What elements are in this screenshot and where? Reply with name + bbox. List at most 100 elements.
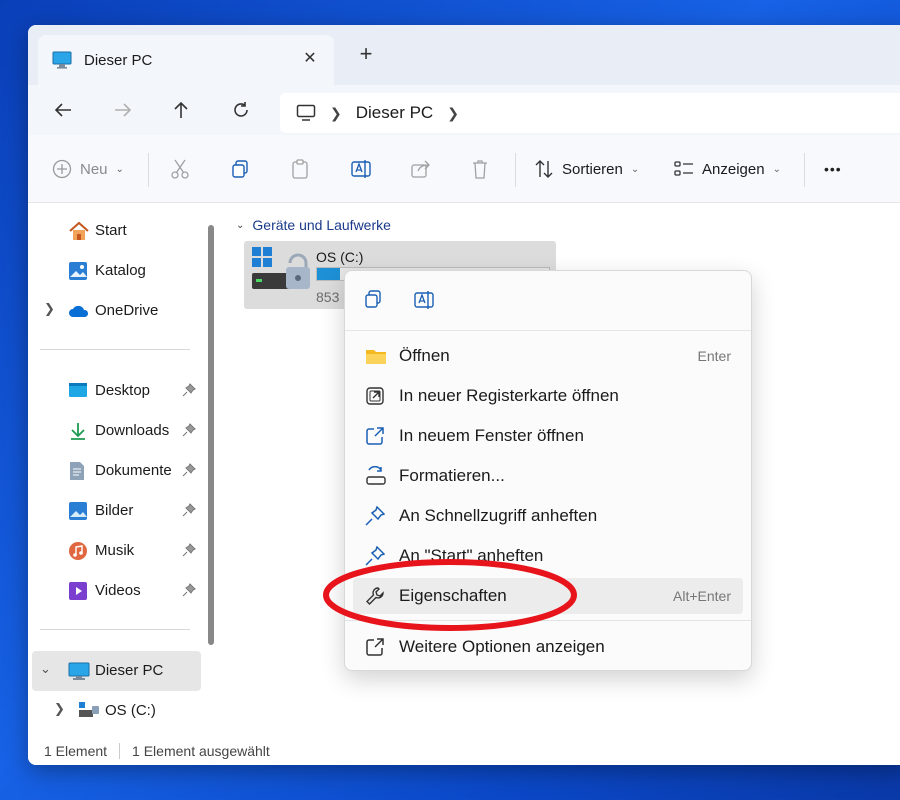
toolbar-divider xyxy=(804,153,805,187)
status-bar: 1 Element 1 Element ausgewählt xyxy=(28,737,900,765)
new-tab-button[interactable]: + xyxy=(354,43,378,67)
address-bar[interactable]: ❯ Dieser PC ❯ xyxy=(280,93,900,133)
cut-button[interactable] xyxy=(170,155,190,183)
sidebar-item-label: Dokumente xyxy=(95,462,172,479)
chevron-down-icon[interactable]: ⌄ xyxy=(40,661,51,677)
rename-button[interactable] xyxy=(350,155,372,183)
status-selected-count: 1 Element ausgewählt xyxy=(132,743,270,759)
folder-icon xyxy=(366,350,386,364)
breadcrumb-dieser-pc[interactable]: Dieser PC xyxy=(356,103,433,123)
chevron-down-icon: ⌄ xyxy=(772,163,781,175)
chevron-right-icon[interactable]: ❯ xyxy=(44,301,55,317)
menu-item-label: An "Start" anheften xyxy=(399,546,544,565)
sort-button[interactable]: Sortieren ⌄ xyxy=(534,155,639,183)
menu-item-open-new-window[interactable]: In neuem Fenster öffnen xyxy=(353,418,743,454)
new-button[interactable]: Neu ⌄ xyxy=(52,155,124,183)
arrow-left-icon xyxy=(54,103,71,117)
sidebar-item-bilder[interactable]: Bilder xyxy=(28,491,203,531)
pin-icon[interactable] xyxy=(182,583,196,597)
menu-item-label: Weitere Optionen anzeigen xyxy=(399,637,605,656)
copy-icon xyxy=(365,290,381,308)
sidebar-item-videos[interactable]: Videos xyxy=(28,571,203,611)
close-tab-icon[interactable]: ✕ xyxy=(300,49,320,69)
trash-icon xyxy=(473,160,487,179)
videos-icon xyxy=(69,582,87,600)
refresh-button[interactable] xyxy=(224,93,258,127)
group-header[interactable]: ⌄ Geräte und Laufwerke xyxy=(236,217,391,233)
menu-item-open-new-tab[interactable]: In neuer Registerkarte öffnen xyxy=(353,378,743,414)
drive-usage-fill xyxy=(317,268,341,280)
open-new-window-icon xyxy=(366,427,384,445)
chevron-right-icon[interactable]: ❯ xyxy=(330,105,342,122)
pin-icon[interactable] xyxy=(182,503,196,517)
plus-circle-icon xyxy=(52,159,72,179)
sidebar-item-start[interactable]: Start xyxy=(28,211,203,251)
desktop-folder-icon xyxy=(69,383,87,397)
menu-item-shortcut: Enter xyxy=(697,348,731,364)
menu-item-properties[interactable]: Eigenschaften Alt+Enter xyxy=(353,578,743,614)
pin-icon[interactable] xyxy=(182,463,196,477)
sidebar-item-onedrive[interactable]: ❯ OneDrive xyxy=(28,291,203,331)
menu-item-more-options[interactable]: Weitere Optionen anzeigen xyxy=(353,629,743,665)
menu-item-open[interactable]: Öffnen Enter xyxy=(353,338,743,374)
format-icon xyxy=(366,466,386,485)
view-button-label: Anzeigen xyxy=(702,160,765,178)
copy-button[interactable] xyxy=(230,155,250,183)
sidebar-item-dokumente[interactable]: Dokumente xyxy=(28,451,203,491)
sidebar-item-dieser-pc[interactable]: ⌄ Dieser PC xyxy=(32,651,201,691)
menu-item-pin-start[interactable]: An "Start" anheften xyxy=(353,538,743,574)
share-icon xyxy=(411,160,430,178)
view-button[interactable]: Anzeigen ⌄ xyxy=(674,155,781,183)
sidebar-item-desktop[interactable]: Desktop xyxy=(28,371,203,411)
tab-dieser-pc[interactable]: Dieser PC ✕ xyxy=(38,35,334,85)
chevron-down-icon: ⌄ xyxy=(115,163,124,175)
menu-item-label: Eigenschaften xyxy=(399,586,507,605)
paste-button[interactable] xyxy=(290,155,310,183)
pin-icon[interactable] xyxy=(182,383,196,397)
forward-button[interactable] xyxy=(106,93,140,127)
documents-icon xyxy=(70,462,84,480)
up-button[interactable] xyxy=(164,93,198,127)
tab-bar: Dieser PC ✕ + xyxy=(28,25,900,85)
menu-item-label: In neuer Registerkarte öffnen xyxy=(399,386,619,405)
menu-item-pin-quick-access[interactable]: An Schnellzugriff anheften xyxy=(353,498,743,534)
copy-button[interactable] xyxy=(363,289,387,313)
toolbar-divider xyxy=(148,153,149,187)
gallery-icon xyxy=(69,262,87,280)
sidebar-item-label: OneDrive xyxy=(95,302,159,319)
chevron-down-icon: ⌄ xyxy=(236,219,245,231)
sidebar-item-musik[interactable]: Musik xyxy=(28,531,203,571)
pin-icon xyxy=(365,506,385,526)
more-options-icon xyxy=(366,638,384,656)
sidebar-scrollbar[interactable] xyxy=(208,225,214,645)
sidebar-item-katalog[interactable]: Katalog xyxy=(28,251,203,291)
sidebar-item-downloads[interactable]: Downloads xyxy=(28,411,203,451)
rename-button[interactable] xyxy=(413,289,437,313)
pin-icon[interactable] xyxy=(182,423,196,437)
copy-icon xyxy=(232,160,248,178)
sidebar-item-label: Desktop xyxy=(95,382,151,399)
sidebar-item-label: Katalog xyxy=(95,262,146,279)
menu-item-label: An Schnellzugriff anheften xyxy=(399,506,598,525)
arrow-up-icon xyxy=(174,101,188,118)
open-new-tab-icon xyxy=(366,387,384,405)
share-button[interactable] xyxy=(410,155,432,183)
wrench-icon xyxy=(366,587,384,605)
rename-icon xyxy=(351,160,371,178)
sidebar-item-os-c[interactable]: ❯ OS (C:) xyxy=(28,691,203,731)
pin-icon[interactable] xyxy=(182,543,196,557)
menu-item-label: In neuem Fenster öffnen xyxy=(399,426,584,445)
home-icon xyxy=(69,221,89,240)
sidebar-item-label: Bilder xyxy=(95,502,134,519)
sidebar-item-label: Start xyxy=(95,222,127,239)
monitor-icon xyxy=(52,51,72,69)
menu-item-format[interactable]: Formatieren... xyxy=(353,458,743,494)
delete-button[interactable] xyxy=(470,155,490,183)
chevron-right-icon[interactable]: ❯ xyxy=(54,701,65,717)
pictures-icon xyxy=(69,502,87,520)
back-button[interactable] xyxy=(46,93,80,127)
menu-divider xyxy=(345,620,751,621)
downloads-icon xyxy=(71,423,85,440)
more-options-button[interactable]: ••• xyxy=(824,155,842,183)
chevron-right-icon[interactable]: ❯ xyxy=(447,105,459,122)
